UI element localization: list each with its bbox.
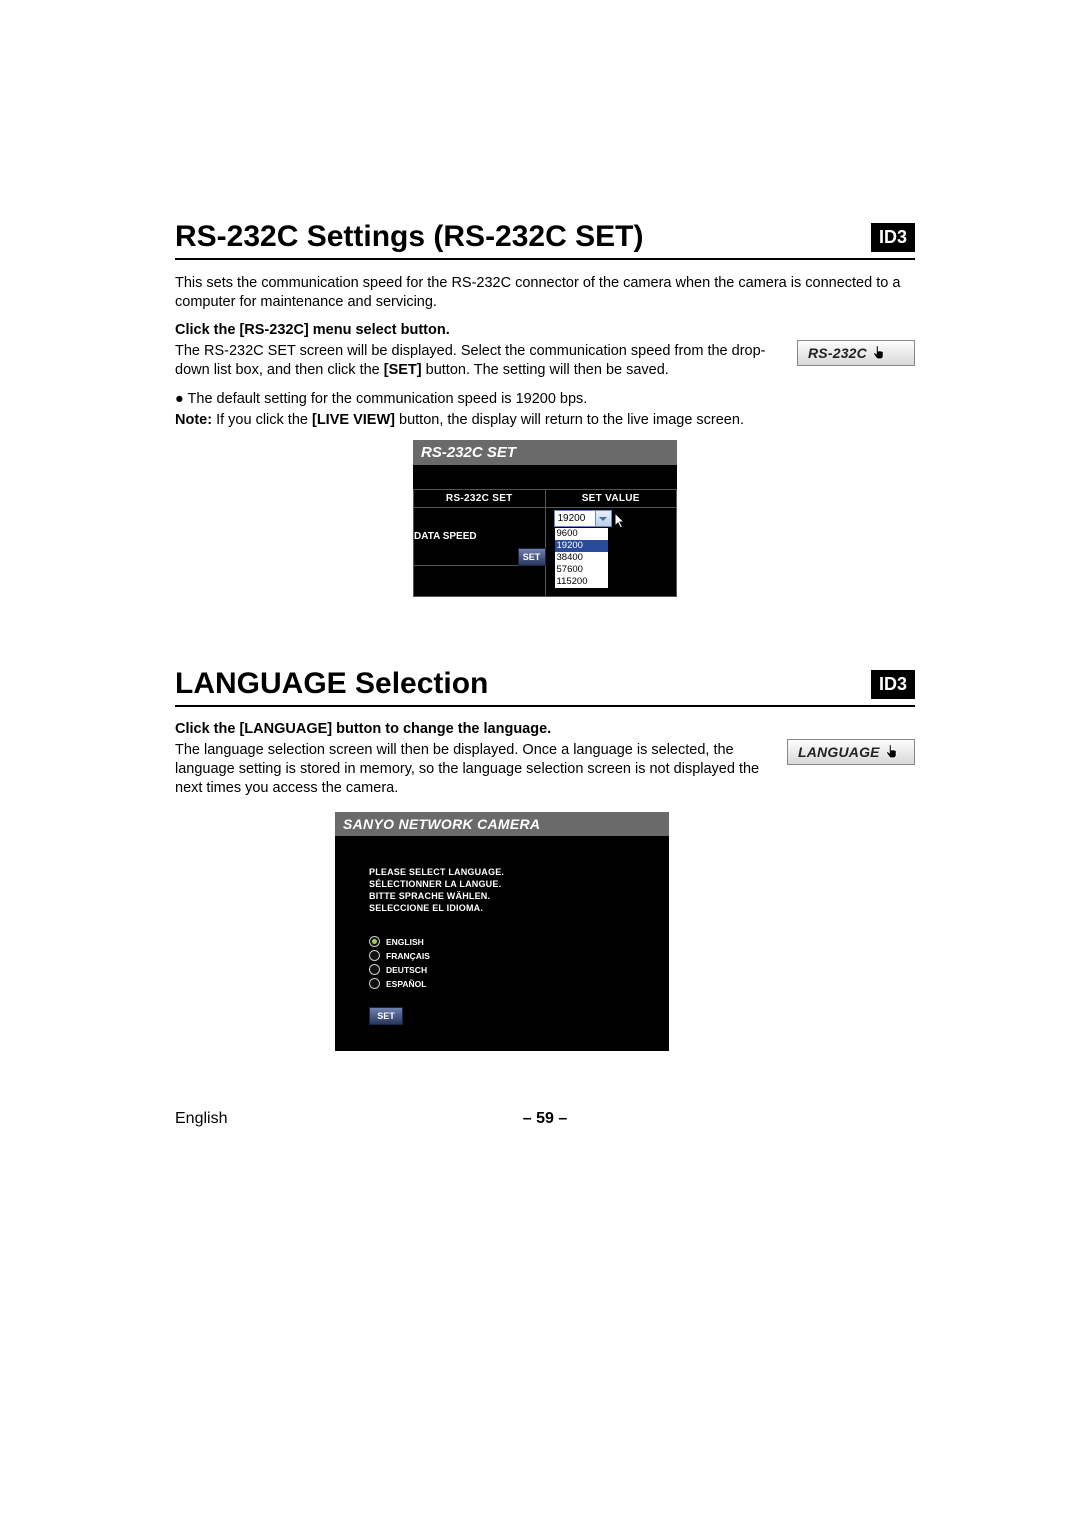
language-section-header: LANGUAGE Selection ID3: [175, 667, 915, 707]
speed-option[interactable]: 57600: [555, 564, 608, 576]
language-step-body: The language selection screen will then …: [175, 741, 765, 798]
rs232-menu-button[interactable]: RS-232C: [797, 340, 915, 366]
language-panel: SANYO NETWORK CAMERA PLEASE SELECT LANGU…: [335, 812, 669, 1052]
rs232-bullet: ● The default setting for the communicat…: [175, 391, 915, 407]
language-radio-group: ENGLISH FRANÇAIS DEUTSCH ESPAÑOL: [369, 936, 635, 989]
radio-icon[interactable]: [369, 950, 380, 961]
language-step-title: Click the [LANGUAGE] button to change th…: [175, 721, 915, 737]
id3-badge: ID3: [871, 670, 915, 699]
language-set-button[interactable]: SET: [369, 1007, 403, 1025]
rs232-heading: RS-232C Settings (RS-232C SET): [175, 220, 643, 258]
data-speed-option-list[interactable]: 9600 19200 38400 57600 115200: [554, 527, 609, 589]
rs232-panel-title: RS-232C SET: [413, 440, 677, 465]
language-option-deutsch[interactable]: DEUTSCH: [369, 964, 635, 975]
speed-option[interactable]: 38400: [555, 552, 608, 564]
cursor-arrow-icon: [614, 512, 630, 530]
rs232-menu-button-label: RS-232C: [808, 345, 867, 361]
radio-icon[interactable]: [369, 936, 380, 947]
speed-option[interactable]: 115200: [555, 576, 608, 588]
language-panel-title: SANYO NETWORK CAMERA: [335, 812, 669, 836]
radio-icon[interactable]: [369, 978, 380, 989]
language-option-espanol[interactable]: ESPAÑOL: [369, 978, 635, 989]
rs232-col2: SET VALUE: [545, 490, 677, 508]
language-prompt: PLEASE SELECT LANGUAGE. SÉLECTIONNER LA …: [369, 866, 635, 915]
footer-language: English: [175, 1110, 227, 1128]
radio-icon[interactable]: [369, 964, 380, 975]
speed-option[interactable]: 19200: [555, 540, 608, 552]
language-heading: LANGUAGE Selection: [175, 667, 488, 705]
language-option-english[interactable]: ENGLISH: [369, 936, 635, 947]
rs232-intro: This sets the communication speed for th…: [175, 274, 915, 312]
rs232-section-header: RS-232C Settings (RS-232C SET) ID3: [175, 220, 915, 260]
rs232-col1: RS-232C SET: [414, 490, 546, 508]
rs232-step-title: Click the [RS-232C] menu select button.: [175, 322, 915, 338]
chevron-down-icon[interactable]: [595, 511, 611, 526]
page-footer: English – 59 –: [175, 1110, 915, 1128]
id3-badge: ID3: [871, 223, 915, 252]
data-speed-dropdown[interactable]: 19200: [554, 510, 612, 527]
rs232-note: Note: If you click the [LIVE VIEW] butto…: [175, 411, 915, 430]
speed-option[interactable]: 9600: [555, 528, 608, 540]
cursor-hand-icon: [871, 344, 889, 362]
language-menu-button-label: LANGUAGE: [798, 744, 880, 760]
language-option-francais[interactable]: FRANÇAIS: [369, 950, 635, 961]
footer-page-number: – 59 –: [523, 1110, 567, 1128]
rs232-set-panel: RS-232C SET RS-232C SET SET VALUE DATA S…: [413, 440, 677, 597]
cursor-hand-icon: [884, 743, 902, 761]
rs232-set-button[interactable]: SET: [518, 548, 546, 566]
language-menu-button[interactable]: LANGUAGE: [787, 739, 915, 765]
data-speed-selected: 19200: [555, 513, 595, 524]
